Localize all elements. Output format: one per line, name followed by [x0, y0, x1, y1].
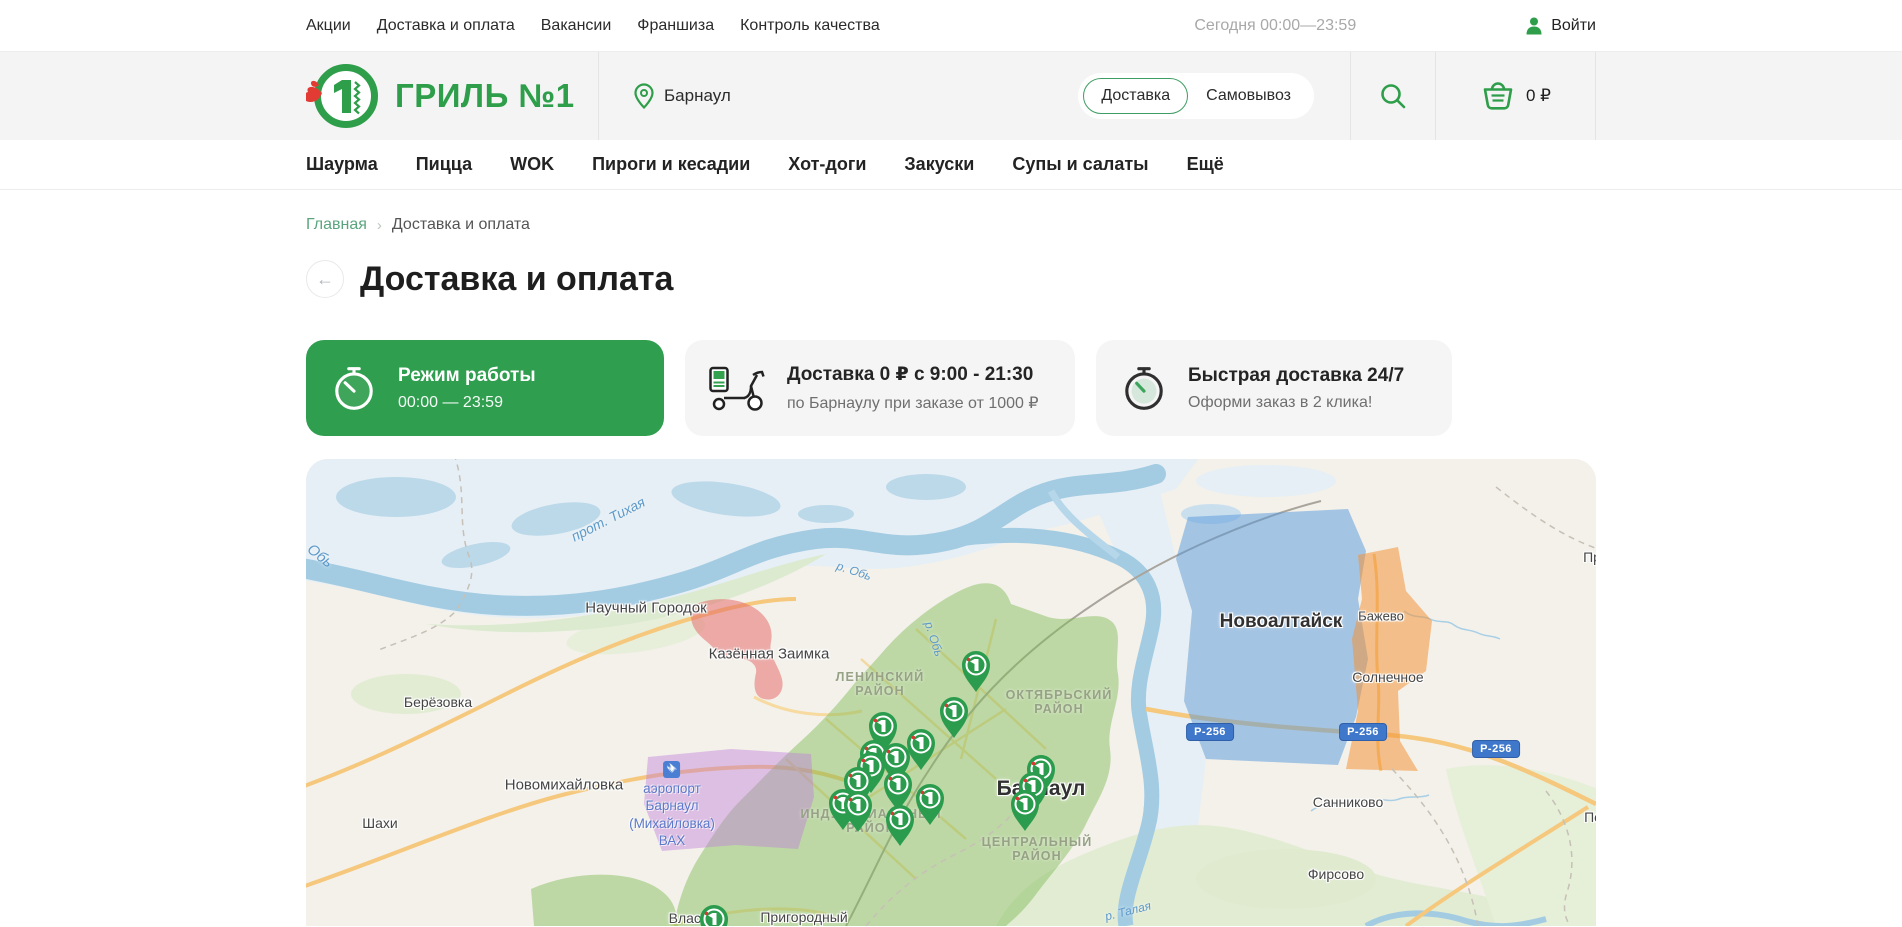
- map-district-label: ЛЕНИНСКИЙ РАЙОН: [836, 670, 925, 698]
- map-settlement-label: Бажево: [1358, 609, 1404, 624]
- cart-button[interactable]: 0 ₽: [1435, 80, 1596, 112]
- map-store-marker[interactable]: [1008, 789, 1042, 833]
- cart-total: 0 ₽: [1526, 86, 1551, 106]
- card-fast-delivery: Быстрая доставка 24/7 Оформи заказ в 2 к…: [1096, 340, 1452, 436]
- top-menu-franchise[interactable]: Франшиза: [637, 17, 714, 35]
- stopwatch-icon: [1120, 363, 1168, 413]
- location-pin-icon: [634, 83, 654, 109]
- divider: [1595, 52, 1596, 140]
- login-label: Войти: [1551, 17, 1596, 35]
- map-settlement-label: Пр: [1583, 549, 1596, 565]
- map-settlement-label: Шахи: [362, 815, 397, 831]
- toggle-pickup[interactable]: Самовывоз: [1188, 78, 1309, 114]
- divider: [1350, 52, 1351, 140]
- delivery-scooter-icon: [709, 365, 767, 411]
- map-water-label: р. Обь: [922, 620, 946, 658]
- nav-snacks[interactable]: Закуски: [904, 154, 974, 175]
- card-title: Режим работы: [398, 365, 536, 387]
- airport-label: ✈аэропортБарнаул(Михайловка)ВАХ: [629, 759, 715, 850]
- breadcrumb-home[interactable]: Главная: [306, 216, 367, 234]
- nav-more[interactable]: Ещё: [1187, 154, 1224, 175]
- top-menu-quality[interactable]: Контроль качества: [740, 17, 880, 35]
- city-name: Барнаул: [664, 86, 731, 106]
- breadcrumb-separator: ›: [377, 217, 382, 234]
- map-settlement-label: Санниково: [1313, 794, 1383, 810]
- map-store-marker[interactable]: [959, 650, 993, 694]
- card-subtitle: 00:00 — 23:59: [398, 394, 536, 412]
- card-title: Быстрая доставка 24/7: [1188, 365, 1404, 387]
- nav-shawarma[interactable]: Шаурма: [306, 154, 378, 175]
- nav-soups[interactable]: Супы и салаты: [1012, 154, 1148, 175]
- map-settlement-label: Фирсово: [1308, 866, 1364, 882]
- card-title: Доставка 0 ₽ с 9:00 - 21:30: [787, 363, 1039, 386]
- card-subtitle: Оформи заказ в 2 клика!: [1188, 394, 1404, 412]
- map-settlement-label: Научный Городок: [585, 600, 706, 617]
- nav-pizza[interactable]: Пицца: [416, 154, 472, 175]
- map-store-marker[interactable]: [883, 804, 917, 848]
- map-store-marker[interactable]: [937, 696, 971, 740]
- map-district-label: ЦЕНТРАЛЬНЫЙ РАЙОН: [982, 835, 1093, 863]
- top-menu-jobs[interactable]: Вакансии: [541, 17, 612, 35]
- site-header: ГРИЛЬ №1 Барнаул Доставка Самовывоз: [0, 52, 1902, 140]
- brand-name: ГРИЛЬ №1: [395, 77, 575, 115]
- road-badge: Р-256: [1339, 723, 1387, 741]
- page-title: Доставка и оплата: [360, 260, 673, 299]
- breadcrumb: Главная › Доставка и оплата: [306, 216, 1596, 234]
- card-subtitle: по Барнаулу при заказе от 1000 ₽: [787, 393, 1039, 413]
- card-free-delivery: Доставка 0 ₽ с 9:00 - 21:30 по Барнаулу …: [685, 340, 1075, 436]
- map-district-label: ОКТЯБРЬСКИЙ РАЙОН: [1006, 688, 1113, 716]
- nav-pies[interactable]: Пироги и кесадии: [592, 154, 750, 175]
- map-settlement-label: Казённая Заимка: [709, 646, 830, 663]
- category-nav: Шаурма Пицца WOK Пироги и кесадии Хот-до…: [0, 140, 1902, 190]
- road-badge: Р-256: [1186, 723, 1234, 741]
- map-settlement-label: Берёзовка: [404, 694, 472, 710]
- map-settlement-label: По: [1584, 809, 1596, 825]
- card-working-hours: Режим работы 00:00 — 23:59: [306, 340, 664, 436]
- divider: [598, 52, 599, 140]
- city-selector[interactable]: Барнаул: [634, 83, 731, 109]
- order-mode-toggle: Доставка Самовывоз: [1078, 73, 1314, 119]
- top-menu: Акции Доставка и оплата Вакансии Франшиз…: [306, 17, 880, 35]
- top-menu-promos[interactable]: Акции: [306, 17, 351, 35]
- map-city-label: Новоалтайск: [1220, 611, 1343, 633]
- brand-logo[interactable]: ГРИЛЬ №1: [306, 58, 598, 134]
- back-button[interactable]: ←: [306, 260, 344, 298]
- basket-icon: [1480, 80, 1516, 112]
- nav-wok[interactable]: WOK: [510, 154, 554, 175]
- map-store-marker[interactable]: [913, 783, 947, 827]
- map-store-marker[interactable]: [841, 790, 875, 834]
- map-settlement-label: Новомихайловка: [505, 777, 624, 794]
- top-bar: Акции Доставка и оплата Вакансии Франшиз…: [0, 0, 1902, 52]
- grill-logo-icon: [306, 58, 382, 134]
- road-badge: Р-256: [1472, 740, 1520, 758]
- map-water-label: Обь: [306, 541, 336, 572]
- stopwatch-icon: [330, 363, 378, 413]
- map-overlay: Научный Городок Казённая Заимка Берёзовка Н…: [306, 459, 1596, 926]
- map-water-label: р. Талая: [1104, 899, 1153, 924]
- map-settlement-label: Пригородный: [760, 909, 847, 925]
- delivery-zones-map[interactable]: Научный Городок Казённая Заимка Берёзовка Н…: [306, 459, 1596, 926]
- map-water-label: р. Обь: [835, 559, 873, 583]
- breadcrumb-current: Доставка и оплата: [392, 216, 530, 234]
- today-schedule: Сегодня 00:00—23:59: [1194, 17, 1356, 35]
- search-icon[interactable]: [1379, 82, 1407, 110]
- divider: [1435, 52, 1436, 140]
- map-settlement-label: Солнечное: [1352, 669, 1423, 685]
- top-menu-delivery[interactable]: Доставка и оплата: [377, 17, 515, 35]
- toggle-delivery[interactable]: Доставка: [1083, 78, 1188, 114]
- airport-icon: ✈: [663, 761, 680, 778]
- login-button[interactable]: Войти: [1526, 17, 1596, 35]
- nav-hotdogs[interactable]: Хот-доги: [788, 154, 866, 175]
- user-icon: [1526, 17, 1542, 35]
- map-water-label: прот. Тихая: [568, 494, 647, 545]
- map-store-marker[interactable]: [697, 904, 731, 926]
